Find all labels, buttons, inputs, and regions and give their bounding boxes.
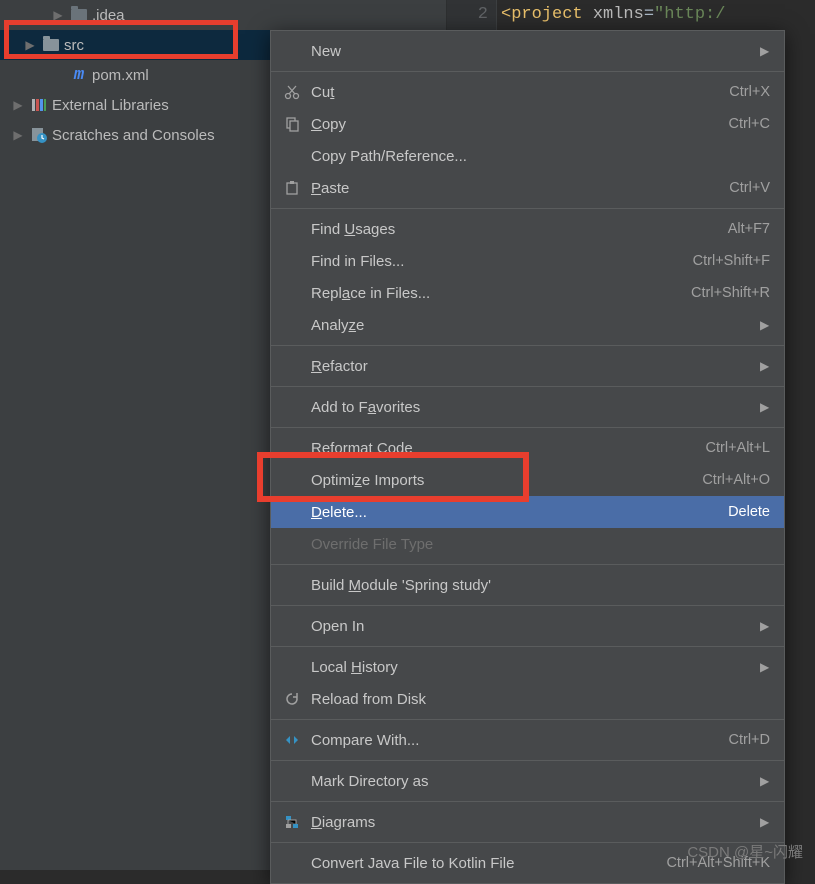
menu-reload-from-disk[interactable]: Reload from Disk bbox=[271, 683, 784, 715]
menu-diagrams[interactable]: Diagrams▶ bbox=[271, 806, 784, 838]
copy-icon bbox=[277, 116, 307, 132]
chevron-right-icon: ▶ bbox=[760, 400, 770, 414]
menu-build-module[interactable]: Build Module 'Spring study' bbox=[271, 569, 784, 601]
menu-analyze[interactable]: Analyze▶ bbox=[271, 309, 784, 341]
menu-compare-with[interactable]: Compare With...Ctrl+D bbox=[271, 724, 784, 756]
chevron-right-icon: ▶ bbox=[8, 98, 28, 112]
menu-separator bbox=[271, 564, 784, 565]
watermark: CSDN @星~闪耀 bbox=[687, 841, 803, 862]
menu-open-in[interactable]: Open In▶ bbox=[271, 610, 784, 642]
chevron-right-icon: ▶ bbox=[760, 660, 770, 674]
tree-item-label: .idea bbox=[90, 7, 125, 24]
menu-separator bbox=[271, 427, 784, 428]
menu-separator bbox=[271, 71, 784, 72]
chevron-right-icon: ▶ bbox=[20, 38, 40, 52]
chevron-right-icon: ▶ bbox=[760, 774, 770, 788]
chevron-right-icon: ▶ bbox=[760, 359, 770, 373]
tree-item-label: pom.xml bbox=[90, 67, 149, 84]
chevron-right-icon: ▶ bbox=[760, 619, 770, 633]
folder-icon bbox=[40, 39, 62, 51]
cut-icon bbox=[277, 84, 307, 100]
menu-replace-in-files[interactable]: Replace in Files...Ctrl+Shift+R bbox=[271, 277, 784, 309]
chevron-right-icon: ▶ bbox=[760, 815, 770, 829]
chevron-right-icon: ▶ bbox=[48, 8, 68, 22]
menu-delete[interactable]: Delete...Delete bbox=[271, 496, 784, 528]
menu-separator bbox=[271, 760, 784, 761]
menu-separator bbox=[271, 345, 784, 346]
maven-file-icon: m bbox=[68, 66, 90, 85]
menu-local-history[interactable]: Local History▶ bbox=[271, 651, 784, 683]
menu-refactor[interactable]: Refactor▶ bbox=[271, 350, 784, 382]
menu-separator bbox=[271, 801, 784, 802]
menu-separator bbox=[271, 719, 784, 720]
menu-override-file-type[interactable]: Override File Type bbox=[271, 528, 784, 560]
compare-icon bbox=[277, 732, 307, 748]
libraries-icon bbox=[28, 96, 50, 114]
tree-item-idea[interactable]: ▶ .idea bbox=[0, 0, 446, 30]
menu-reformat[interactable]: Reformat CodeCtrl+Alt+L bbox=[271, 432, 784, 464]
folder-icon bbox=[68, 9, 90, 21]
context-menu[interactable]: New▶ CutCutCtrl+X CopyCtrl+C Copy Path/R… bbox=[270, 30, 785, 884]
chevron-right-icon: ▶ bbox=[760, 44, 770, 58]
menu-copy-path[interactable]: Copy Path/Reference... bbox=[271, 140, 784, 172]
menu-copy[interactable]: CopyCtrl+C bbox=[271, 108, 784, 140]
menu-mark-directory[interactable]: Mark Directory as▶ bbox=[271, 765, 784, 797]
menu-optimize[interactable]: Optimize ImportsCtrl+Alt+O bbox=[271, 464, 784, 496]
chevron-right-icon: ▶ bbox=[8, 128, 28, 142]
tree-item-label: src bbox=[62, 37, 84, 54]
menu-cut[interactable]: CutCutCtrl+X bbox=[271, 76, 784, 108]
menu-find-in-files[interactable]: Find in Files...Ctrl+Shift+F bbox=[271, 245, 784, 277]
menu-favorites[interactable]: Add to Favorites▶ bbox=[271, 391, 784, 423]
menu-separator bbox=[271, 208, 784, 209]
chevron-right-icon: ▶ bbox=[760, 318, 770, 332]
menu-separator bbox=[271, 605, 784, 606]
menu-new[interactable]: New▶ bbox=[271, 35, 784, 67]
menu-separator bbox=[271, 646, 784, 647]
reload-icon bbox=[277, 691, 307, 707]
menu-find-usages[interactable]: Find UsagesAlt+F7 bbox=[271, 213, 784, 245]
menu-separator bbox=[271, 386, 784, 387]
paste-icon bbox=[277, 180, 307, 196]
scratches-icon bbox=[28, 126, 50, 144]
tree-item-label: External Libraries bbox=[50, 97, 169, 114]
tree-item-label: Scratches and Consoles bbox=[50, 127, 215, 144]
diagrams-icon bbox=[277, 814, 307, 830]
menu-paste[interactable]: PasteCtrl+V bbox=[271, 172, 784, 204]
